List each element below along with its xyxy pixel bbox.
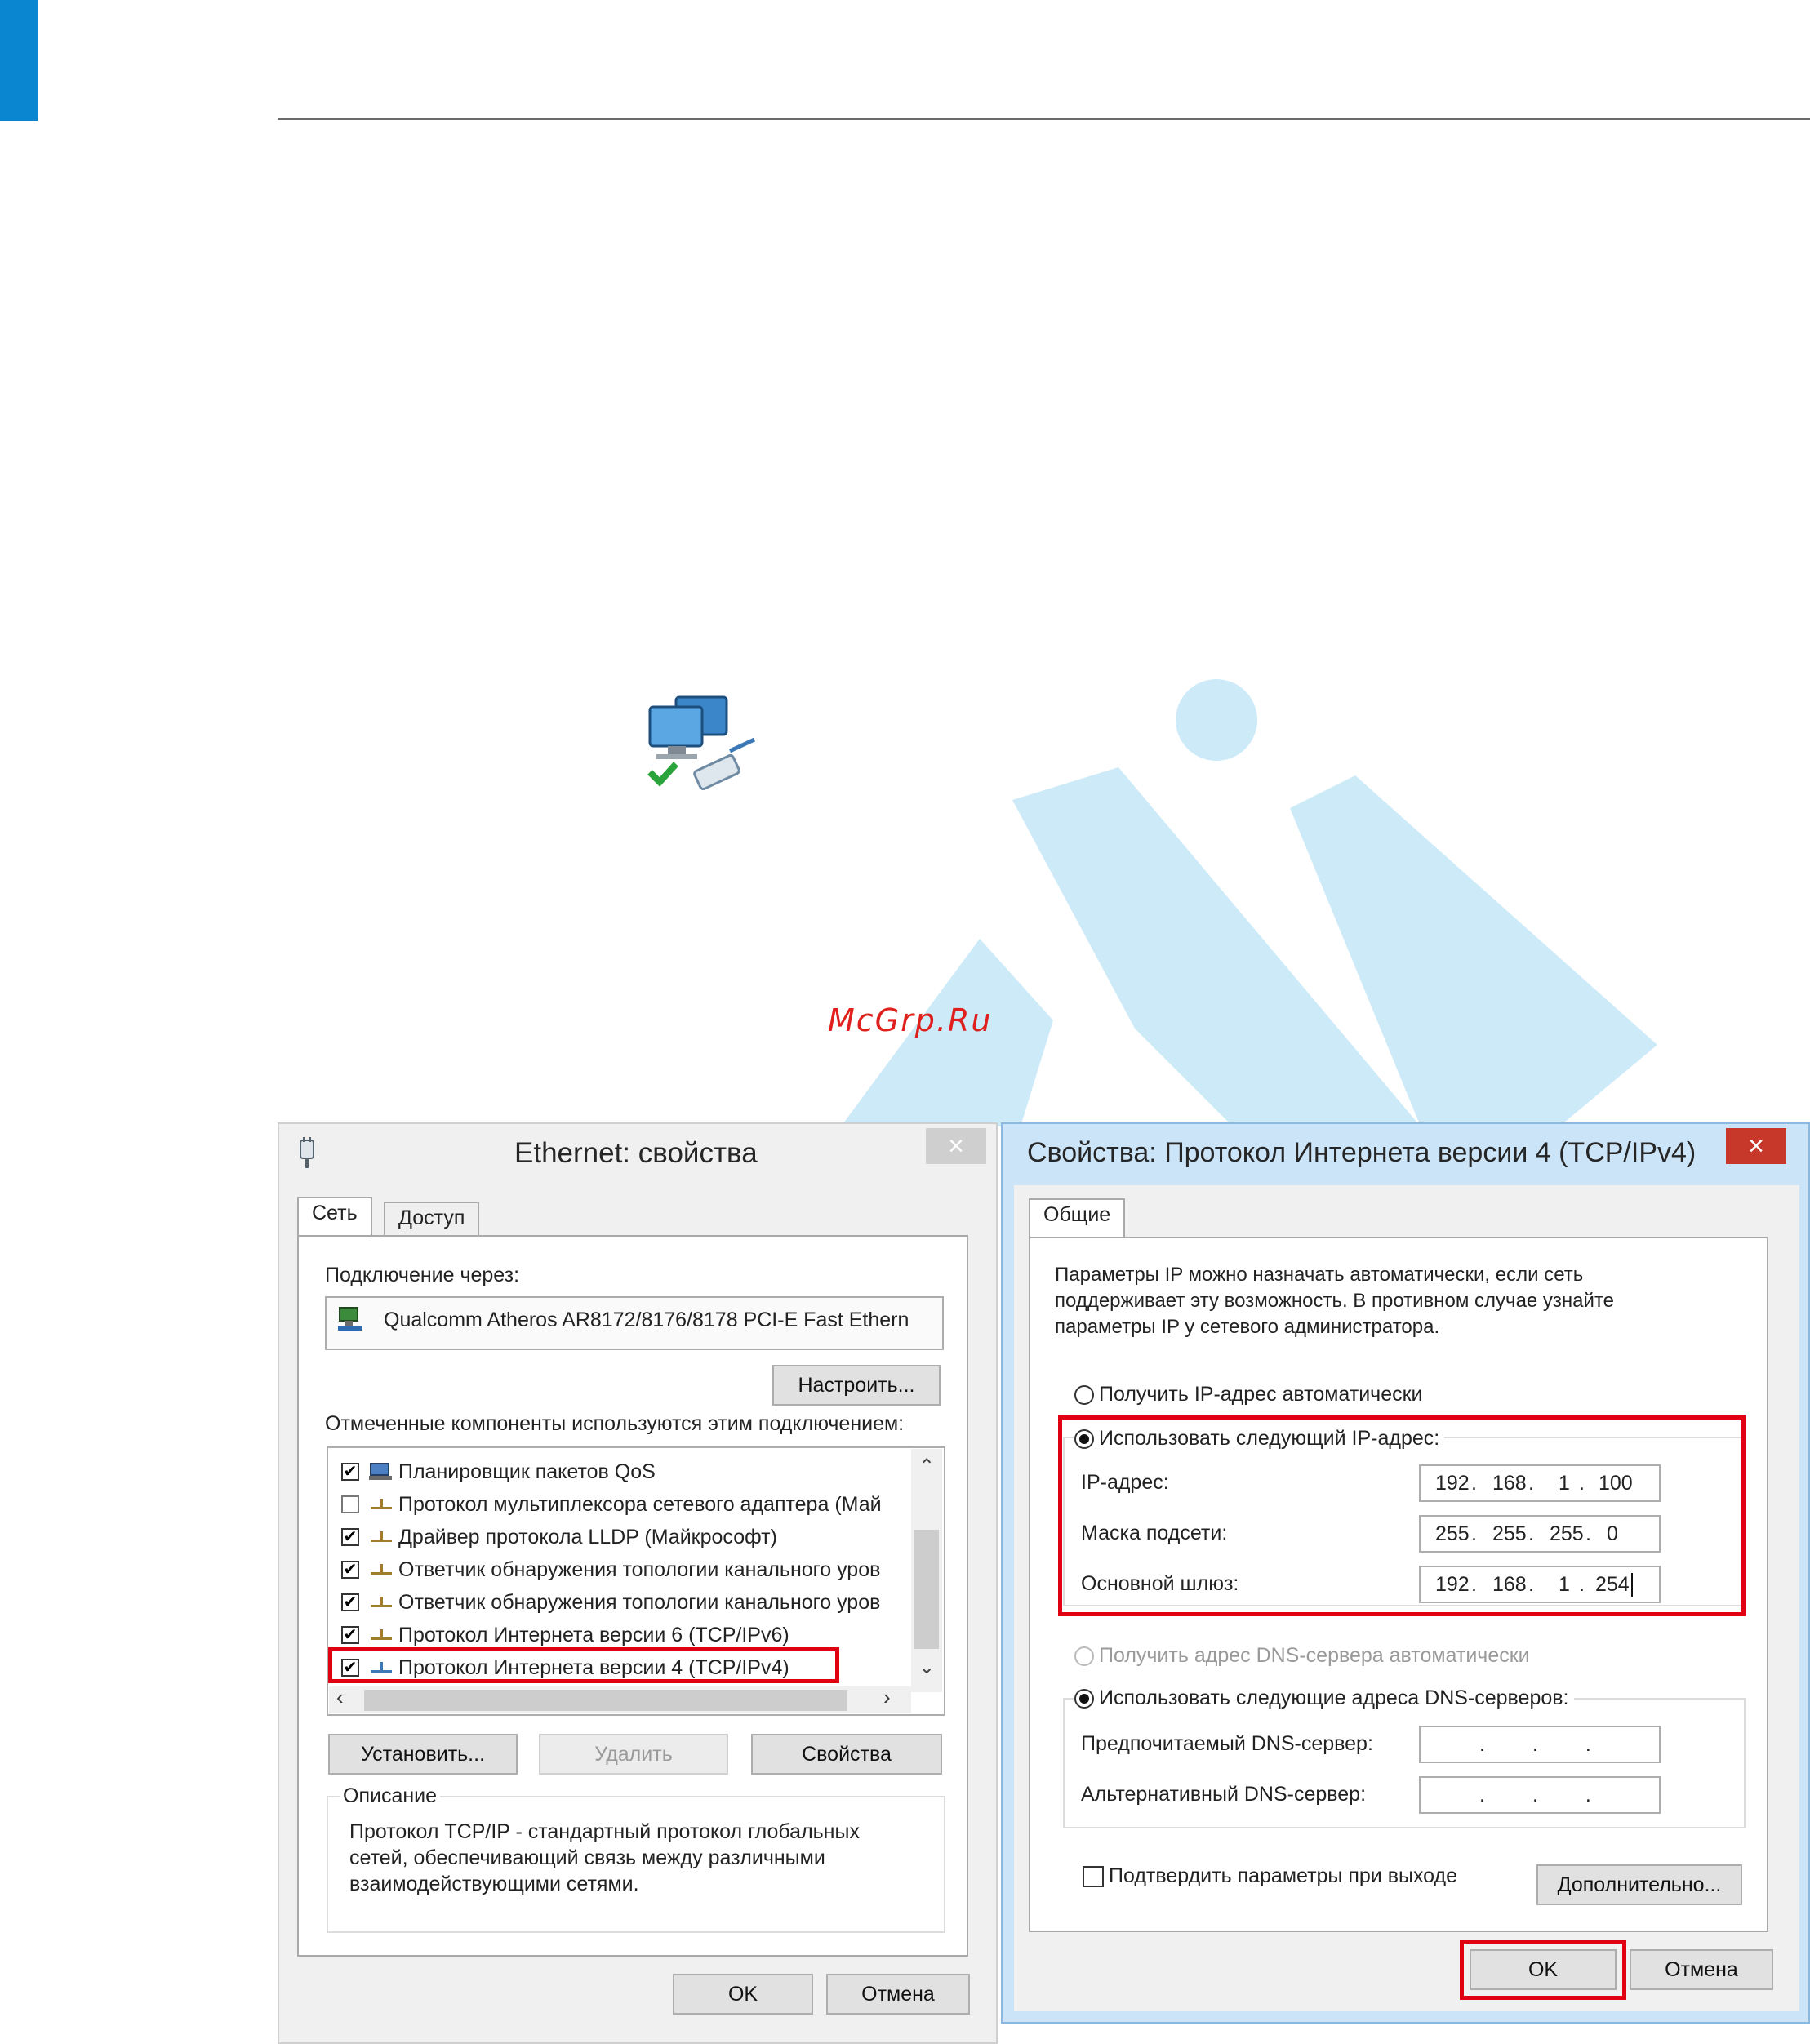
ethernet-dialog-title: Ethernet: свойства [514,1137,758,1169]
auto-dns-radio[interactable] [1074,1646,1094,1666]
manual-dns-option[interactable]: Использовать следующие адреса DNS-сервер… [1074,1686,1574,1710]
auto-dns-label: Получить адрес DNS-сервера автоматически [1099,1644,1530,1667]
component-row-multiplexor[interactable]: Протокол мультиплексора сетевого адаптер… [341,1489,890,1520]
remove-button[interactable]: Удалить [539,1734,728,1775]
manual-dns-radio[interactable] [1074,1688,1094,1709]
description-line-2: сетей, обеспечивающий связь между различ… [349,1846,825,1869]
component-row-ipv6[interactable]: ✔ Протокол Интернета версии 6 (TCP/IPv6) [341,1620,789,1651]
network-connection-icon [647,695,756,791]
ipv4-highlight-box [328,1647,839,1683]
qos-scheduler-icon [369,1463,392,1480]
scroll-left-icon[interactable]: ‹ [336,1685,344,1710]
component-row-topology-2[interactable]: ✔ Ответчик обнаружения топологии канальн… [341,1587,890,1618]
intro-line-2: поддерживает эту возможность. В противно… [1055,1290,1615,1312]
auto-ip-label: Получить IP-адрес автоматически [1099,1383,1423,1406]
description-line-1: Протокол TCP/IP - стандартный протокол г… [349,1820,860,1843]
component-label: Протокол Интернета версии 6 (TCP/IPv6) [398,1623,789,1646]
protocol-icon [371,1531,392,1542]
component-checkbox[interactable]: ✔ [341,1561,359,1579]
watermark-logo-icon [841,679,1657,1126]
ok-highlight-box [1460,1940,1626,2000]
ethernet-close-button[interactable]: × [926,1128,986,1164]
ethernet-ok-button[interactable]: OK [673,1974,813,2015]
protocol-icon [371,1629,392,1640]
confirm-on-exit-option[interactable]: Подтвердить параметры при выходе [1083,1864,1457,1888]
alternate-dns-input[interactable]: ... [1419,1776,1661,1814]
confirm-on-exit-checkbox[interactable] [1083,1865,1104,1887]
intro-line-3: параметры IP у сетевого администратора. [1055,1316,1440,1338]
tab-access[interactable]: Доступ [384,1202,480,1236]
preferred-dns-label: Предпочитаемый DNS-сервер: [1081,1732,1373,1755]
protocol-icon [371,1597,392,1607]
connect-through-label: Подключение через: [325,1264,520,1286]
properties-button[interactable]: Свойства [751,1734,942,1775]
plug-icon [300,1137,314,1168]
network-adapter-icon [338,1307,362,1331]
protocol-icon [371,1564,392,1575]
component-label: Планировщик пакетов QoS [398,1460,656,1483]
accent-bar [0,0,38,121]
ethernet-cancel-button[interactable]: Отмена [826,1974,970,2015]
component-row-lldp[interactable]: ✔ Драйвер протокола LLDP (Майкрософт) [341,1522,777,1553]
component-label: Протокол мультиплексора сетевого адаптер… [398,1492,882,1516]
adapter-name: Qualcomm Atheros AR8172/8176/8178 PCI-E … [384,1309,909,1331]
advanced-button[interactable]: Дополнительно... [1536,1864,1742,1905]
ip-settings-highlight-box [1058,1415,1746,1616]
scroll-right-icon[interactable]: › [883,1685,891,1710]
header-rule [278,118,1810,120]
protocol-icon [371,1499,392,1509]
scroll-down-icon[interactable]: ⌄ [911,1655,942,1679]
confirm-on-exit-label: Подтвердить параметры при выходе [1109,1864,1458,1887]
intro-line-1: Параметры IP можно назначать автоматичес… [1055,1264,1584,1286]
component-checkbox[interactable]: ✔ [341,1626,359,1644]
alternate-dns-label: Альтернативный DNS-сервер: [1081,1783,1367,1806]
manual-dns-label: Использовать следующие адреса DNS-сервер… [1099,1686,1569,1709]
scroll-up-icon[interactable]: ⌃ [911,1455,942,1478]
component-checkbox[interactable]: ✔ [341,1593,359,1611]
watermark-text: McGrp.Ru [828,1002,993,1038]
component-checkbox[interactable]: ✔ [341,1463,359,1481]
tab-network[interactable]: Сеть [297,1197,372,1238]
auto-ip-option[interactable]: Получить IP-адрес автоматически [1074,1383,1423,1406]
vertical-scroll-thumb[interactable] [914,1530,939,1649]
component-label: Ответчик обнаружения топологии канальног… [398,1590,881,1614]
horizontal-scroll-thumb[interactable] [364,1690,847,1711]
tab-general[interactable]: Общие [1029,1198,1126,1239]
description-label: Описание [340,1784,441,1808]
description-line-3: взаимодействующими сетями. [349,1873,639,1895]
auto-ip-radio[interactable] [1074,1384,1094,1405]
ipv4-cancel-button[interactable]: Отмена [1630,1949,1773,1990]
install-button[interactable]: Установить... [328,1734,518,1775]
component-row-qos[interactable]: ✔ Планировщик пакетов QoS [341,1456,656,1487]
component-row-topology-1[interactable]: ✔ Ответчик обнаружения топологии канальн… [341,1554,890,1585]
component-label: Ответчик обнаружения топологии канальног… [398,1557,881,1581]
component-checkbox[interactable]: ✔ [341,1528,359,1546]
component-label: Драйвер протокола LLDP (Майкрософт) [398,1525,777,1549]
component-checkbox[interactable] [341,1495,359,1513]
auto-dns-option[interactable]: Получить адрес DNS-сервера автоматически [1074,1644,1530,1668]
ipv4-close-button[interactable]: × [1726,1128,1786,1164]
configure-button[interactable]: Настроить... [772,1365,941,1406]
preferred-dns-input[interactable]: ... [1419,1726,1661,1763]
components-label: Отмеченные компоненты используются этим … [325,1412,905,1435]
ipv4-dialog-title: Свойства: Протокол Интернета версии 4 (T… [1027,1137,1697,1168]
